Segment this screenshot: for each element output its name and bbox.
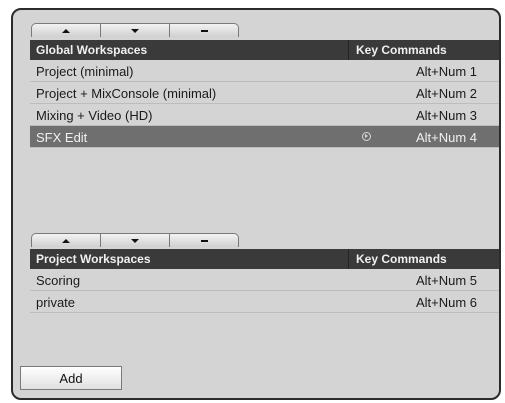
key-command: Alt+Num 5 <box>415 273 477 288</box>
column-header-key-commands[interactable]: Key Commands <box>356 43 447 57</box>
list-item[interactable]: Project + MixConsole (minimal) Alt+Num 2 <box>30 82 499 104</box>
column-header-workspaces[interactable]: Project Workspaces <box>36 252 151 266</box>
list-item[interactable]: private Alt+Num 6 <box>30 291 499 313</box>
project-toolbar <box>31 233 239 247</box>
workspaces-panel: Global Workspaces Key Commands Project (… <box>11 8 501 400</box>
arrow-up-icon <box>62 28 70 33</box>
column-divider <box>348 40 349 60</box>
key-command: Alt+Num 4 <box>415 130 477 145</box>
minus-icon <box>200 29 208 32</box>
global-move-up-button[interactable] <box>31 23 101 37</box>
arrow-up-icon <box>62 238 70 243</box>
list-item[interactable]: Mixing + Video (HD) Alt+Num 3 <box>30 104 499 126</box>
arrow-down-icon <box>131 28 139 33</box>
global-list-header: Global Workspaces Key Commands <box>30 40 499 60</box>
column-divider <box>348 249 349 269</box>
workspace-name: Scoring <box>36 273 81 288</box>
project-move-up-button[interactable] <box>31 233 101 247</box>
global-move-down-button[interactable] <box>100 23 170 37</box>
global-toolbar <box>31 23 239 37</box>
list-item-selected[interactable]: SFX Edit Alt+Num 4 <box>30 126 499 148</box>
workspace-name: Mixing + Video (HD) <box>36 108 153 123</box>
key-command: Alt+Num 2 <box>415 86 477 101</box>
project-list-header: Project Workspaces Key Commands <box>30 249 499 269</box>
project-workspaces-list: Project Workspaces Key Commands Scoring … <box>30 249 499 313</box>
workspace-name: private <box>36 295 76 310</box>
list-item[interactable]: Project (minimal) Alt+Num 1 <box>30 60 499 82</box>
column-header-workspaces[interactable]: Global Workspaces <box>36 43 147 57</box>
global-workspaces-list: Global Workspaces Key Commands Project (… <box>30 40 499 148</box>
workspace-name: Project (minimal) <box>36 64 134 79</box>
workspace-name: SFX Edit <box>36 130 88 145</box>
project-remove-button[interactable] <box>169 233 239 247</box>
global-remove-button[interactable] <box>169 23 239 37</box>
list-item[interactable]: Scoring Alt+Num 5 <box>30 269 499 291</box>
play-icon[interactable] <box>362 132 371 141</box>
key-command: Alt+Num 3 <box>415 108 477 123</box>
minus-icon <box>200 239 208 242</box>
column-header-key-commands[interactable]: Key Commands <box>356 252 447 266</box>
add-button[interactable]: Add <box>20 366 122 390</box>
arrow-down-icon <box>131 238 139 243</box>
key-command: Alt+Num 1 <box>415 64 477 79</box>
key-command: Alt+Num 6 <box>415 295 477 310</box>
project-move-down-button[interactable] <box>100 233 170 247</box>
workspace-name: Project + MixConsole (minimal) <box>36 86 217 101</box>
